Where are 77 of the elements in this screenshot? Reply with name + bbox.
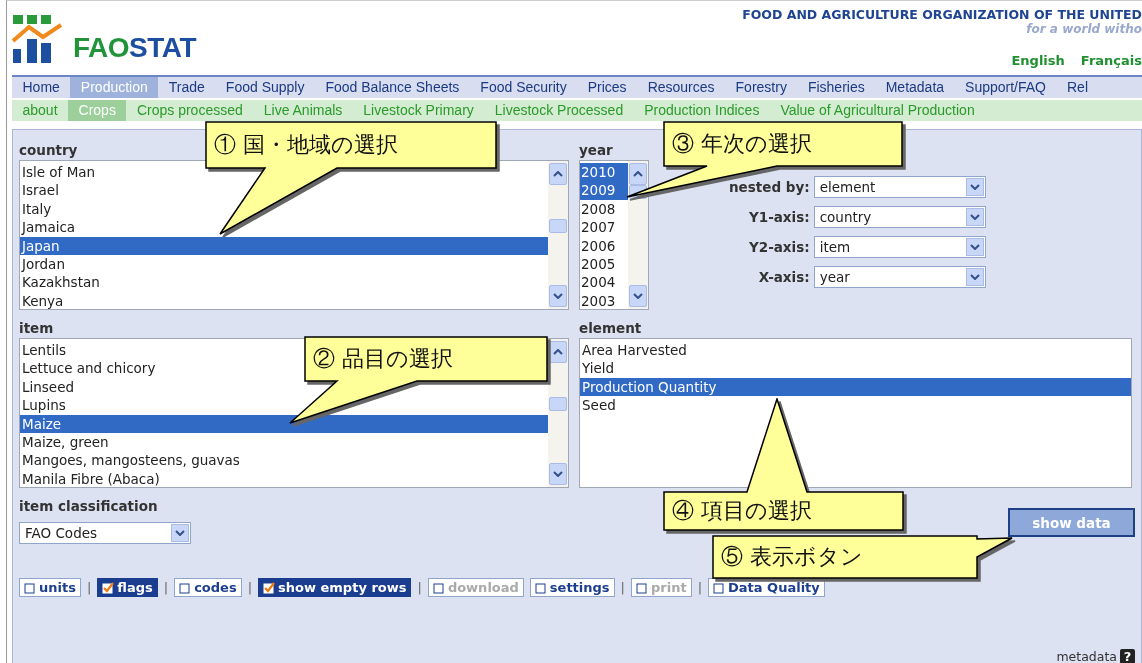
list-option[interactable]: Japan [20,236,548,255]
separator: | [697,580,703,595]
list-option[interactable]: Jordan [20,254,548,274]
language-link[interactable]: English [1011,53,1065,68]
list-option[interactable]: Maize [20,414,548,433]
field-label: Y2-axis: [749,239,810,255]
field-label: country [19,141,78,160]
axis-dropdown[interactable]: year [813,266,986,288]
option-toggle[interactable]: Data Quality [708,578,825,597]
callout-tooltip-text: ② 品目の選択 [313,345,453,373]
separator: | [163,580,169,595]
list-option[interactable]: Kazakhstan [20,273,548,292]
field-label: X-axis: [758,269,810,285]
nav-tab[interactable]: Prices [577,77,638,98]
list-option[interactable]: Linseed [20,377,548,397]
list-option[interactable]: Maize, green [20,432,548,452]
list-option[interactable]: Kenya [20,291,548,311]
list-option[interactable]: Lupins [20,396,548,415]
list-option[interactable]: Seed [580,396,1131,415]
list-option[interactable]: 2004 [580,273,628,292]
element-listbox[interactable]: Area Harvested Yield Production Quantity Seed [579,338,1132,488]
language-link[interactable]: Français [1080,53,1142,68]
list-option[interactable]: Area Harvested [580,341,1131,360]
option-toggle[interactable]: show empty rows [258,578,412,597]
list-option[interactable]: 2003 [580,291,628,311]
callout-tooltip-text: ⑤ 表示ボタン [721,543,863,571]
nav-tab[interactable]: Resources [637,77,726,98]
option-toggle[interactable]: units [19,578,81,597]
country-listbox[interactable]: Isle of Man Israel Italy Jamaica Japan Jordan Kazakhstan Kenya [19,160,569,310]
callout-tooltip-text: ④ 項目の選択 [672,497,812,525]
classification-dropdown[interactable]: FAO Codes [19,522,191,544]
tagline: for a world witho [1026,22,1142,36]
list-option[interactable]: 2009 [580,181,628,200]
nav-tab[interactable]: Food Supply [215,77,315,98]
list-option[interactable]: Jamaica [20,218,548,237]
option-toggle[interactable]: flags [97,578,158,597]
callout-tooltip-text: ① 国・地域の選択 [214,131,398,159]
field-label: Y1-axis: [749,209,810,225]
list-option[interactable]: Italy [20,199,548,219]
list-option[interactable]: Israel [20,181,548,200]
axis-dropdown[interactable]: element [813,176,986,198]
list-option[interactable]: 2008 [580,199,628,219]
list-option[interactable]: 2005 [580,254,628,274]
nav-tab[interactable]: Rel [1056,77,1099,98]
nav-tab[interactable]: Fisheries [797,77,876,98]
nav-tab[interactable]: Support/FAQ [954,77,1057,98]
separator: | [620,580,625,595]
list-option[interactable]: Mangoes, mangosteens, guavas [20,451,548,470]
metadata-link[interactable]: metadata [1056,649,1117,663]
list-option[interactable]: 2007 [580,218,628,237]
field-label: year [579,141,613,160]
axis-dropdown[interactable]: country [813,206,986,228]
help-icon[interactable]: ? [1120,649,1135,663]
option-toggle[interactable]: codes [174,578,242,597]
separator: | [247,580,253,595]
logo-text: FAOSTAT [73,33,196,63]
nav-tab[interactable]: Metadata [875,77,955,98]
nav-tab[interactable]: Food Balance Sheets [314,77,470,98]
list-option[interactable]: Manila Fibre (Abaca) [20,469,548,489]
field-label: item classification [19,497,158,516]
organization-name: FOOD AND AGRICULTURE ORGANIZATION OF THE UNITED [742,7,1142,22]
field-label: nested by: [729,179,810,195]
separator: | [86,580,92,595]
separator: | [417,580,422,595]
option-toggle[interactable]: settings [529,578,615,597]
nav-tab[interactable]: Trade [158,77,216,98]
field-label: element [579,319,642,338]
nav-tab[interactable]: Food Security [469,77,578,98]
list-option[interactable]: 2010 [580,163,628,182]
list-option[interactable]: Production Quantity [580,377,1131,397]
nav-tab[interactable]: Home [12,77,71,98]
callout-tooltip-text: ③ 年次の選択 [672,130,812,158]
list-option[interactable]: Yield [580,359,1131,378]
list-option[interactable]: 2006 [580,236,628,255]
axis-dropdown[interactable]: item [813,236,986,258]
field-label: item [19,319,54,338]
nav-tab[interactable]: Forestry [725,77,798,98]
